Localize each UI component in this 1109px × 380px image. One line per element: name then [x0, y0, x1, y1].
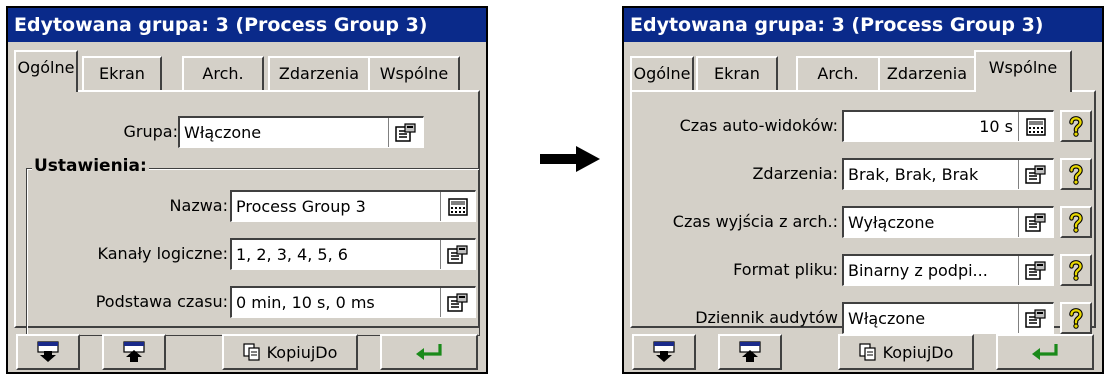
format-pliku-value: Binarny z podpi... — [848, 261, 988, 280]
tab-content: Czas auto-widoków: 10 s Zdarzenia: Brak,… — [630, 90, 1096, 334]
podstawa-czasu-field[interactable]: 0 min, 10 s, 0 ms — [230, 286, 476, 318]
nazwa-value: Process Group 3 — [236, 197, 366, 216]
czas-wyjscia-label: Czas wyjścia z arch.: — [672, 212, 838, 231]
tab-zdarzenia[interactable]: Zdarzenia — [878, 56, 976, 92]
czas-auto-widokow-value: 10 s — [979, 117, 1013, 136]
page-down-button[interactable] — [16, 334, 80, 370]
help-button[interactable] — [1060, 254, 1092, 286]
dziennik-audytow-label: Dziennik audytów — [695, 308, 838, 327]
copy-icon — [859, 343, 877, 361]
dialog-title: Edytowana grupa: 3 (Process Group 3) — [8, 8, 486, 42]
enter-button[interactable] — [380, 334, 478, 370]
help-icon — [1067, 210, 1085, 234]
tab-content: Grupa: Włączone Ustawienia: Nazwa: Proce… — [14, 90, 480, 336]
help-icon — [1067, 306, 1085, 330]
tab-ekran[interactable]: Ekran — [82, 56, 162, 92]
list-picker-icon[interactable] — [1018, 208, 1053, 237]
page-up-button[interactable] — [718, 334, 782, 370]
tab-wspolne[interactable]: Wspólne — [368, 56, 460, 92]
bottom-toolbar: KopiujDo — [8, 330, 486, 372]
bottom-toolbar: KopiujDo — [624, 330, 1102, 372]
czas-auto-widokow-label: Czas auto-widoków: — [679, 116, 838, 135]
help-button[interactable] — [1060, 158, 1092, 190]
dziennik-audytow-value: Włączone — [848, 309, 926, 328]
help-icon — [1067, 114, 1085, 138]
page-up-icon — [739, 341, 761, 363]
page-up-icon — [123, 341, 145, 363]
help-button[interactable] — [1060, 206, 1092, 238]
enter-icon — [1030, 342, 1060, 362]
page-down-button[interactable] — [632, 334, 696, 370]
copy-to-label: KopiujDo — [266, 342, 338, 362]
tab-ogolne[interactable]: Ogólne — [630, 56, 694, 92]
page-up-button[interactable] — [102, 334, 166, 370]
tab-arch[interactable]: Arch. — [796, 56, 880, 92]
nazwa-field[interactable]: Process Group 3 — [230, 190, 476, 222]
help-icon — [1067, 162, 1085, 186]
help-icon — [1067, 258, 1085, 282]
tab-wspolne[interactable]: Wspólne — [974, 50, 1072, 92]
format-pliku-field[interactable]: Binarny z podpi... — [842, 254, 1054, 286]
list-picker-icon[interactable] — [1018, 160, 1053, 189]
list-picker-icon[interactable] — [440, 288, 475, 317]
right-arrow-icon — [540, 146, 600, 172]
kanaly-logiczne-field[interactable]: 1, 2, 3, 4, 5, 6 — [230, 238, 476, 270]
enter-icon — [414, 342, 444, 362]
podstawa-czasu-value: 0 min, 10 s, 0 ms — [236, 293, 375, 312]
tab-strip: Ogólne Ekran Arch. Zdarzenia Wspólne — [628, 48, 1098, 92]
copy-to-button[interactable]: KopiujDo — [838, 334, 974, 370]
grupa-value: Włączone — [184, 123, 262, 142]
page-down-icon — [37, 341, 59, 363]
copy-to-label: KopiujDo — [882, 342, 954, 362]
enter-button[interactable] — [996, 334, 1094, 370]
zdarzenia-value: Brak, Brak, Brak — [848, 165, 979, 184]
zdarzenia-field[interactable]: Brak, Brak, Brak — [842, 158, 1054, 190]
left-dialog: Edytowana grupa: 3 (Process Group 3) Ogó… — [6, 6, 488, 374]
keyboard-icon[interactable] — [1018, 112, 1053, 141]
kanaly-logiczne-value: 1, 2, 3, 4, 5, 6 — [236, 245, 348, 264]
list-picker-icon[interactable] — [440, 240, 475, 269]
keyboard-icon[interactable] — [440, 192, 475, 221]
copy-icon — [243, 343, 261, 361]
nazwa-label: Nazwa: — [169, 196, 228, 215]
page-down-icon — [653, 341, 675, 363]
copy-to-button[interactable]: KopiujDo — [222, 334, 358, 370]
zdarzenia-label: Zdarzenia: — [752, 164, 838, 183]
tab-ogolne[interactable]: Ogólne — [14, 50, 78, 92]
format-pliku-label: Format pliku: — [733, 260, 838, 279]
settings-group-title: Ustawienia: — [32, 156, 149, 176]
help-button[interactable] — [1060, 110, 1092, 142]
list-picker-icon[interactable] — [1018, 256, 1053, 285]
kanaly-logiczne-label: Kanały logiczne: — [97, 244, 228, 263]
tab-ekran[interactable]: Ekran — [696, 56, 778, 92]
tab-strip: Ogólne Ekran Arch. Zdarzenia Wspólne — [12, 48, 482, 92]
list-picker-icon[interactable] — [1018, 304, 1053, 333]
czas-wyjscia-value: Wyłączone — [848, 213, 935, 232]
tab-arch[interactable]: Arch. — [182, 56, 264, 92]
czas-wyjscia-field[interactable]: Wyłączone — [842, 206, 1054, 238]
grupa-field[interactable]: Włączone — [178, 116, 424, 148]
tab-zdarzenia[interactable]: Zdarzenia — [268, 56, 370, 92]
podstawa-czasu-label: Podstawa czasu: — [95, 292, 228, 311]
list-picker-icon[interactable] — [388, 118, 423, 147]
dialog-title: Edytowana grupa: 3 (Process Group 3) — [624, 8, 1102, 42]
right-dialog: Edytowana grupa: 3 (Process Group 3) Ogó… — [622, 6, 1104, 374]
grupa-label: Grupa: — [123, 122, 178, 141]
czas-auto-widokow-field[interactable]: 10 s — [842, 110, 1054, 142]
